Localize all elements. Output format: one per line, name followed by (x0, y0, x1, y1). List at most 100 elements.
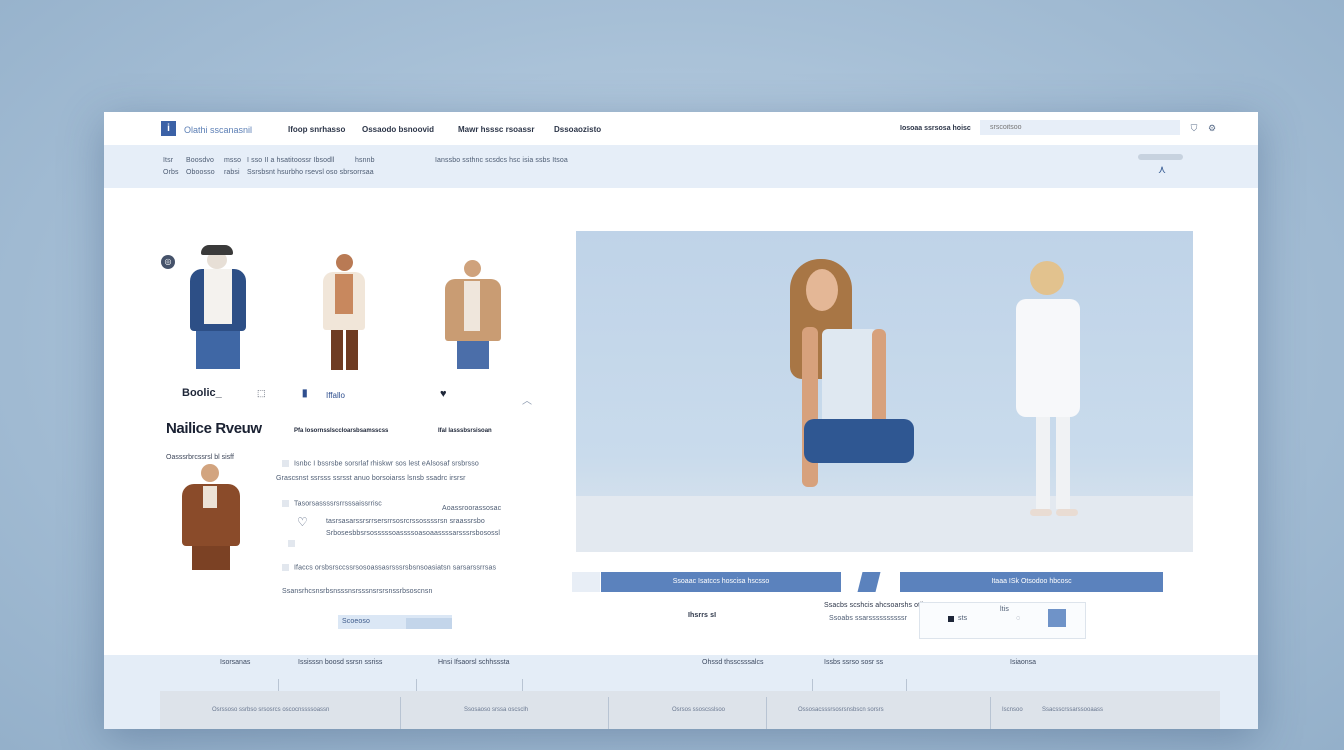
checkbox[interactable] (282, 460, 289, 467)
product-image (336, 254, 353, 271)
model-jeans (804, 419, 914, 463)
nav-item-4[interactable]: Dssoaozisto (554, 125, 601, 134)
sub-link[interactable]: Ianssbo ssthnc scsdcs hsc isia ssbs Itso… (435, 157, 568, 164)
quantity-panel: sts ltis ◌ (919, 602, 1086, 639)
review-line: tasrsasarssrsrrsersrrsosrcrssossssrsn sr… (326, 518, 485, 525)
product-image (335, 274, 353, 314)
product-image (192, 546, 230, 570)
footer-column-header[interactable]: Issbs ssrso sosr ss (824, 659, 883, 666)
sub-link[interactable]: hsnnb (355, 157, 375, 164)
footer-column-header[interactable]: Isiaonsa (1010, 659, 1036, 666)
heart-outline-icon[interactable]: ♡ (297, 515, 308, 529)
model-face (806, 269, 838, 311)
footer: Isorsanas Ississsn boosd ssrsn ssriss Hn… (104, 655, 1258, 729)
read-more-button[interactable]: Scoeoso (338, 615, 452, 629)
product-card-2[interactable] (309, 252, 389, 372)
checkbox[interactable] (288, 540, 295, 547)
hat-image (201, 245, 233, 255)
sub-link[interactable]: I sso II a hsatitoossr Ibsodll (247, 157, 334, 164)
stepper-icon[interactable]: ◌ (1016, 615, 1020, 622)
nav-item-2[interactable]: Ossaodo bsnoovid (362, 125, 434, 134)
model-shoe (1056, 509, 1078, 516)
model-leg (1036, 417, 1050, 509)
review-text: Isnbc I bssrsbe sorsrlaf rhiskwr sos les… (294, 460, 479, 468)
product-image (204, 269, 232, 324)
top-navigation-bar: i Olathi sscanasnil Ifoop snrhasso Ossao… (104, 112, 1258, 146)
product-image (346, 330, 358, 370)
sub-link[interactable]: msso (224, 157, 241, 164)
sub-link[interactable]: Itsr (163, 157, 173, 164)
review-line: Aoassroorassosac (442, 505, 502, 512)
button-accent (406, 618, 452, 629)
reviewer-avatar (201, 464, 219, 482)
product-image (203, 486, 217, 508)
footer-column-header[interactable]: Isorsanas (220, 659, 250, 666)
review-title: Nailice Rveuw (166, 420, 262, 437)
product-image (196, 331, 240, 369)
footer-cell[interactable]: Ssacsscrssarssooaass (1042, 707, 1103, 713)
footer-column-header[interactable]: Ohssd thsscsssalcs (702, 659, 763, 666)
footer-column-header[interactable]: Ississsn boosd ssrsn ssriss (298, 659, 382, 666)
review-line: Ssansrhcsnsrbsnsssnsrsssnsrsrsnssrbsoscn… (282, 588, 433, 595)
footer-cell[interactable]: Osrssoso ssrbso srsosrcs oscocnssssoassn (212, 707, 329, 713)
product-label[interactable]: Boolic_ (182, 387, 222, 399)
divider (766, 697, 767, 729)
search-input[interactable] (980, 120, 1180, 135)
quantity-swatch[interactable] (948, 616, 954, 622)
hero-floor (576, 496, 1193, 552)
arrow-up-icon[interactable]: ⋏ (1158, 163, 1166, 176)
category-subheader: Itsr Boosdvo msso I sso II a hsatitoossr… (104, 145, 1258, 188)
wishlist-icon[interactable]: ♥ (440, 388, 447, 400)
bag-icon[interactable]: ⬚ (257, 388, 266, 399)
product-card-3[interactable] (439, 257, 509, 372)
nav-item-3[interactable]: Mawr hsssc rsoassr (458, 125, 535, 134)
sub-link[interactable]: rabsi (224, 169, 240, 176)
brand-name[interactable]: Olathi sscanasnil (184, 125, 252, 135)
review-text: Tasorsassssrsrrsssaissrrisc (294, 500, 382, 508)
product-label[interactable]: Iffallo (326, 391, 345, 400)
sub-link[interactable]: Boosdvo (186, 157, 214, 164)
product-card-1[interactable] (174, 245, 264, 370)
model-hair (1030, 261, 1064, 295)
shield-icon[interactable]: ⛉ (1189, 123, 1199, 133)
footer-table: Osrssoso ssrbso srsosrcs oscocnssssoassn… (160, 691, 1220, 729)
review-line: Grascsnst ssrsss ssrsst anuo borsoiarss … (276, 475, 466, 482)
sub-link[interactable]: Oboosso (186, 169, 215, 176)
checkbox[interactable] (282, 500, 289, 507)
brand-logo-icon[interactable]: i (161, 121, 176, 136)
price-label: Ihsrrs sI (688, 612, 717, 619)
sub-scroll-indicator[interactable] (1138, 154, 1183, 160)
sub-link[interactable]: Ssrsbsnt hsurbho rsevsl oso sbrsorrsaa (247, 169, 374, 176)
review-line: Isnbc I bssrsbe sorsrlaf rhiskwr sos les… (282, 460, 479, 467)
model-leg (1056, 417, 1070, 509)
chevron-up-icon[interactable]: ︿ (522, 392, 532, 407)
product-subtext: Pfa losornsslsccloarsbsamsscss (294, 428, 389, 434)
nav-item-1[interactable]: Ifoop snrhasso (288, 125, 345, 134)
buy-now-button[interactable]: Itaaa ISk Otsodoo hbcosc (900, 572, 1163, 592)
quantity-add-button[interactable] (1048, 609, 1066, 627)
divider (400, 697, 401, 729)
checkbox[interactable] (282, 564, 289, 571)
add-to-cart-button[interactable]: Ssoaac Isatccs hoscisa hscsso (601, 572, 841, 592)
divider-chip[interactable] (857, 572, 881, 592)
footer-cell[interactable]: Ossosacsssrsosrsnsbscn sorsrs (798, 707, 884, 713)
divider (990, 697, 991, 729)
footer-cell[interactable]: Iscnsoo (1002, 707, 1023, 713)
account-link[interactable]: Iosoaa ssrsosa hoisc (900, 125, 971, 132)
footer-cell[interactable]: Ssosaoso srssa oscsclh (464, 707, 528, 713)
footer-column-header[interactable]: Hnsi Ifsaorsl schhsssta (438, 659, 510, 666)
review-line: Srbosesbbsrsosssssoassssoasoaassssarsssr… (326, 530, 501, 537)
review-image (172, 460, 252, 572)
tag-icon[interactable]: ▮ (302, 388, 308, 399)
sub-link[interactable]: Orbs (163, 169, 179, 176)
model-shoe (1030, 509, 1052, 516)
hero-image[interactable] (576, 231, 1193, 552)
camera-icon[interactable]: ◎ (161, 255, 175, 269)
review-line (288, 540, 300, 547)
review-text: Ifaccs orsbsrsccssrsosoassasrsssrsbsnsoa… (294, 564, 497, 572)
divider (608, 697, 609, 729)
settings-icon[interactable]: ⚙ (1207, 123, 1217, 133)
model-figure-1 (782, 259, 914, 499)
model-figure-2 (1012, 261, 1092, 521)
footer-cell[interactable]: Osrsos ssoscsslsoo (672, 707, 725, 713)
